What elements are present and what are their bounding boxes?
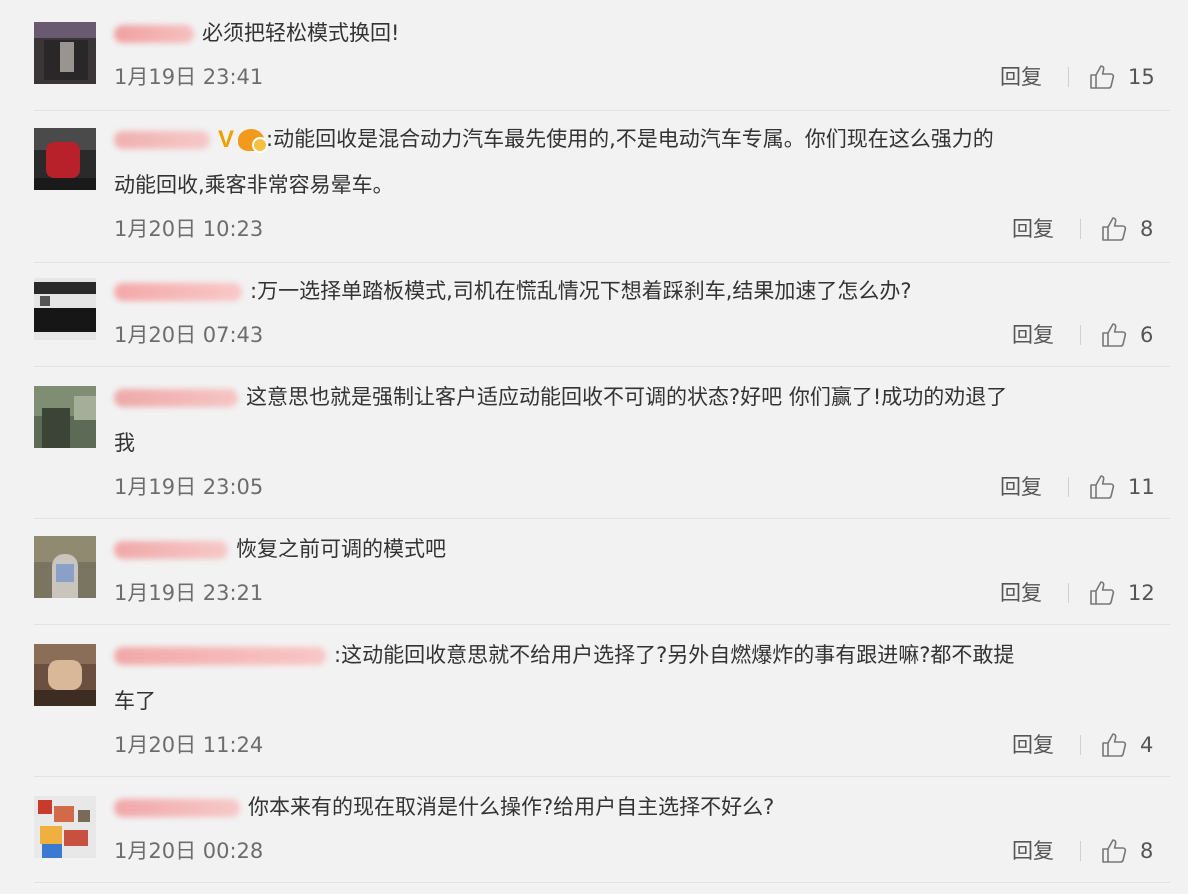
divider (1080, 325, 1081, 345)
username-blurred[interactable] (114, 283, 242, 301)
comment-text: :这动能回收意思就不给用户选择了?另外自燃爆炸的事有跟进嘛?都不敢提 (334, 643, 1015, 667)
comment-feed: 必须把轻松模式换回! 1月19日 23:41 回复 15 V :动能回收是混合动力… (0, 0, 1188, 894)
comment-meta: 1月19日 23:05 回复 11 (0, 467, 1188, 507)
fan-badge-icon (238, 129, 269, 153)
comment-text-continued: 车了 (114, 689, 156, 713)
comment-time: 1月19日 23:21 (114, 581, 264, 605)
reply-button[interactable]: 回复 (1012, 209, 1054, 249)
verified-v-icon: V (218, 126, 235, 153)
avatar[interactable] (34, 644, 96, 706)
username-blurred[interactable] (114, 389, 238, 407)
thumbs-up-icon[interactable] (1088, 63, 1116, 91)
comment-meta: 1月20日 10:23 回复 8 (0, 209, 1188, 249)
divider (34, 776, 1170, 777)
divider (34, 366, 1170, 367)
reply-button[interactable]: 回复 (1012, 831, 1054, 871)
comment-body: 你本来有的现在取消是什么操作?给用户自主选择不好么? (114, 784, 774, 830)
comment-body: V :动能回收是混合动力汽车最先使用的,不是电动汽车专属。你们现在这么强力的 (114, 116, 994, 163)
like-count: 8 (1140, 217, 1154, 241)
like-count: 8 (1140, 839, 1154, 863)
comment-body: 这意思也就是强制让客户适应动能回收不可调的状态?好吧 你们赢了!成功的劝退了 (114, 374, 1007, 420)
thumbs-up-icon[interactable] (1100, 215, 1128, 243)
comment-text-continued: 动能回收,乘客非常容易晕车。 (114, 173, 394, 197)
comment-text: 你本来有的现在取消是什么操作?给用户自主选择不好么? (248, 795, 775, 819)
comment-text: :动能回收是混合动力汽车最先使用的,不是电动汽车专属。你们现在这么强力的 (266, 127, 994, 151)
thumbs-up-icon[interactable] (1100, 321, 1128, 349)
username-blurred[interactable] (114, 25, 194, 43)
comment-meta: 1月20日 07:43 回复 6 (0, 315, 1188, 355)
comment-meta: 1月20日 11:24 回复 4 (0, 725, 1188, 765)
divider (1080, 735, 1081, 755)
reply-button[interactable]: 回复 (1000, 57, 1042, 97)
divider (34, 624, 1170, 625)
thumbs-up-icon[interactable] (1088, 579, 1116, 607)
comment-body: :万一选择单踏板模式,司机在慌乱情况下想着踩刹车,结果加速了怎么办? (114, 268, 912, 314)
comment-time: 1月19日 23:41 (114, 65, 264, 89)
comment-body: :这动能回收意思就不给用户选择了?另外自燃爆炸的事有跟进嘛?都不敢提 (114, 632, 1014, 678)
thumbs-up-icon[interactable] (1088, 473, 1116, 501)
like-count: 12 (1128, 581, 1155, 605)
like-count: 11 (1128, 475, 1155, 499)
reply-button[interactable]: 回复 (1012, 315, 1054, 355)
divider (34, 518, 1170, 519)
comment-time: 1月20日 10:23 (114, 217, 264, 241)
divider (34, 110, 1170, 111)
thumbs-up-icon[interactable] (1100, 837, 1128, 865)
divider (34, 262, 1170, 263)
avatar[interactable] (34, 128, 96, 190)
comment-time: 1月19日 23:05 (114, 475, 264, 499)
comment-time: 1月20日 07:43 (114, 323, 264, 347)
comment-meta: 1月19日 23:41 回复 15 (0, 57, 1188, 97)
divider (1068, 67, 1069, 87)
like-count: 4 (1140, 733, 1154, 757)
reply-button[interactable]: 回复 (1012, 725, 1054, 765)
comment-text: 必须把轻松模式换回! (202, 21, 400, 45)
thumbs-up-icon[interactable] (1100, 731, 1128, 759)
comment-text: 恢复之前可调的模式吧 (236, 537, 446, 561)
like-count: 6 (1140, 323, 1154, 347)
username-blurred[interactable] (114, 131, 210, 149)
username-blurred[interactable] (114, 541, 228, 559)
comment-text: 这意思也就是强制让客户适应动能回收不可调的状态?好吧 你们赢了!成功的劝退了 (246, 385, 1008, 409)
reply-button[interactable]: 回复 (1000, 573, 1042, 613)
comment-time: 1月20日 00:28 (114, 839, 264, 863)
like-count: 15 (1128, 65, 1155, 89)
avatar[interactable] (34, 386, 96, 448)
divider (1080, 219, 1081, 239)
divider (34, 882, 1170, 883)
username-blurred[interactable] (114, 647, 326, 665)
comment-body: 必须把轻松模式换回! (114, 10, 399, 56)
divider (1068, 583, 1069, 603)
divider (1068, 477, 1069, 497)
comment-text: :万一选择单踏板模式,司机在慌乱情况下想着踩刹车,结果加速了怎么办? (250, 279, 912, 303)
comment-time: 1月20日 11:24 (114, 733, 264, 757)
reply-button[interactable]: 回复 (1000, 467, 1042, 507)
comment-meta: 1月19日 23:21 回复 12 (0, 573, 1188, 613)
comment-meta: 1月20日 00:28 回复 8 (0, 831, 1188, 871)
divider (1080, 841, 1081, 861)
username-blurred[interactable] (114, 799, 240, 817)
comment-body: 恢复之前可调的模式吧 (114, 526, 446, 572)
comment-text-continued: 我 (114, 431, 135, 455)
